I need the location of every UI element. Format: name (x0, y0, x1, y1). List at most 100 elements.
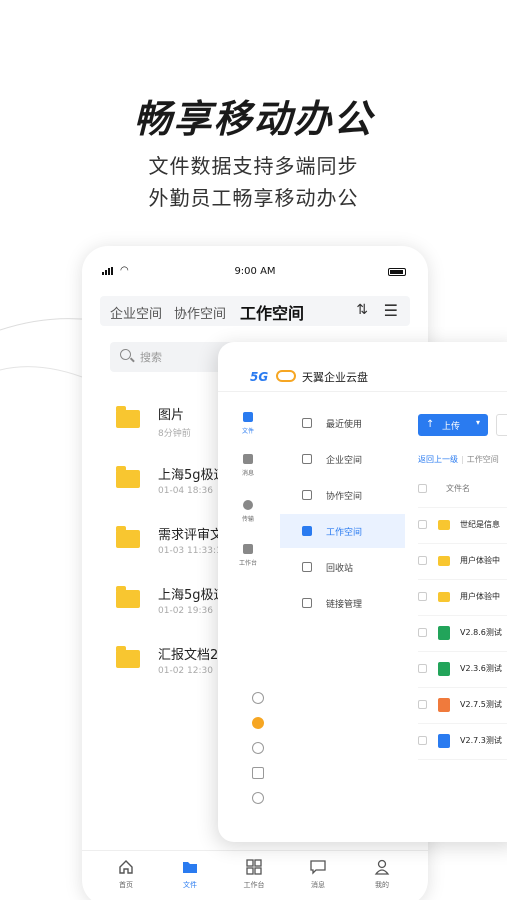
file-meta: 01-03 11:33:1 (158, 546, 222, 556)
table-header: 文件名 (418, 472, 507, 508)
menu-item-links[interactable]: 链接管理 (280, 586, 405, 620)
nav-label: 工作台 (243, 881, 265, 889)
sidebar-item-messages[interactable]: 消息 (218, 454, 278, 477)
sidebar-item-transfer[interactable]: 传输 (218, 500, 278, 523)
nav-workbench[interactable]: 工作台 (234, 859, 274, 890)
enterprise-icon (302, 454, 312, 464)
tablet-menu: 最近使用 企业空间 协作空间 工作空间 回收站 链接管理 (280, 392, 405, 842)
secondary-button[interactable] (496, 414, 507, 436)
sidebar-item-files[interactable]: 文件 (218, 412, 278, 435)
chat-icon[interactable] (252, 742, 264, 754)
folder-icon (116, 526, 140, 548)
menu-item-recent[interactable]: 最近使用 (280, 406, 405, 440)
cloud-upload-icon[interactable] (252, 692, 264, 704)
file-name: 需求评审文 (158, 528, 224, 543)
trash-icon (302, 562, 312, 572)
upload-button[interactable]: ↑ 上传 ▾ (418, 414, 488, 436)
table-row[interactable]: V2.8.6测试 (418, 616, 507, 652)
menu-item-recycle[interactable]: 回收站 (280, 550, 405, 584)
table-row[interactable]: V2.7.3测试 (418, 724, 507, 760)
nav-me[interactable]: 我的 (362, 859, 402, 890)
menu-label: 企业空间 (326, 456, 363, 466)
folder-icon (116, 406, 140, 428)
menu-item-collab[interactable]: 协作空间 (280, 478, 405, 512)
tablet-sidebar: 文件 消息 传输 工作台 (218, 392, 278, 842)
menu-item-workspace[interactable]: 工作空间 (280, 514, 405, 548)
select-all-checkbox[interactable] (418, 484, 427, 493)
battery-icon (388, 268, 406, 276)
home-icon (119, 860, 133, 874)
file-name: 上海5g极速 (158, 468, 227, 483)
table-row[interactable]: V2.3.6测试 (418, 652, 507, 688)
sidebar-item-workbench[interactable]: 工作台 (218, 544, 278, 567)
tab-collab-space[interactable]: 协作空间 (174, 303, 226, 322)
link-icon (302, 598, 312, 608)
file-name: 图片 (158, 408, 185, 423)
row-checkbox[interactable] (418, 664, 427, 673)
file-name: 汇报文档2 (158, 648, 219, 663)
row-checkbox[interactable] (418, 520, 427, 529)
row-checkbox[interactable] (418, 592, 427, 601)
row-checkbox[interactable] (418, 628, 427, 637)
column-header-name: 文件名 (446, 484, 470, 493)
file-meta: 01-02 19:36 (158, 606, 213, 616)
folder-icon (116, 646, 140, 668)
table-row[interactable]: 用户体验中 (418, 580, 507, 616)
message-icon (243, 454, 253, 464)
file-meta: 01-04 18:36 (158, 486, 213, 496)
table-row[interactable]: 用户体验中 (418, 544, 507, 580)
grid-icon (243, 544, 253, 554)
file-meta: 01-02 12:30 (158, 666, 213, 676)
device-icon[interactable] (252, 767, 264, 779)
row-name: V2.3.6测试 (460, 664, 502, 673)
nav-label: 消息 (311, 881, 325, 889)
tab-work-space[interactable]: 工作空间 (240, 300, 304, 324)
avatar-icon[interactable] (252, 717, 264, 729)
sidebar-label: 工作台 (238, 560, 257, 567)
people-icon (302, 490, 312, 500)
row-checkbox[interactable] (418, 736, 427, 745)
table-row[interactable]: V2.7.5测试 (418, 688, 507, 724)
folder-icon (116, 466, 140, 488)
folder-icon (183, 862, 197, 873)
grid-icon (246, 859, 262, 875)
sort-icon[interactable]: ⇅ (356, 302, 368, 318)
menu-item-enterprise[interactable]: 企业空间 (280, 442, 405, 476)
file-icon (243, 412, 253, 422)
transfer-icon (243, 500, 253, 510)
excel-file-icon (438, 626, 450, 640)
row-checkbox[interactable] (418, 556, 427, 565)
table-row[interactable]: 世纪是信息 (418, 508, 507, 544)
headset-icon[interactable] (252, 792, 264, 804)
promo-subline-2: 外勤员工畅享移动办公 (148, 186, 359, 210)
menu-label: 协作空间 (326, 492, 363, 502)
upload-icon: ↑ (426, 419, 435, 430)
excel-file-icon (438, 662, 450, 676)
nav-home[interactable]: 首页 (106, 859, 146, 890)
nav-files[interactable]: 文件 (170, 859, 210, 890)
breadcrumb-back[interactable]: 返回上一级 (418, 455, 458, 464)
upload-label: 上传 (442, 422, 461, 432)
bottom-nav: 首页 文件 工作台 消息 我的 (82, 850, 428, 900)
row-name: V2.7.3测试 (460, 736, 502, 745)
logo-5g: 5G (250, 370, 269, 384)
sidebar-label: 文件 (241, 428, 254, 435)
row-name: 世纪是信息 (460, 520, 500, 529)
menu-label: 工作空间 (326, 528, 363, 538)
menu-label: 链接管理 (326, 600, 363, 610)
caret-down-icon: ▾ (475, 418, 480, 427)
row-name: 用户体验中 (460, 556, 500, 565)
menu-icon[interactable]: ☰ (384, 301, 398, 320)
folder-icon (116, 586, 140, 608)
row-checkbox[interactable] (418, 700, 427, 709)
row-name: V2.8.6测试 (460, 628, 502, 637)
folder-icon (438, 556, 450, 566)
nav-messages[interactable]: 消息 (298, 859, 338, 890)
tab-enterprise-space[interactable]: 企业空间 (110, 303, 162, 322)
search-icon (120, 349, 131, 360)
search-placeholder: 搜索 (140, 351, 162, 364)
sidebar-label: 传输 (241, 516, 254, 523)
space-tabs: 企业空间 协作空间 工作空间 ⇅ ☰ (100, 296, 410, 326)
word-file-icon (438, 734, 450, 748)
file-meta: 8分钟前 (158, 429, 191, 439)
